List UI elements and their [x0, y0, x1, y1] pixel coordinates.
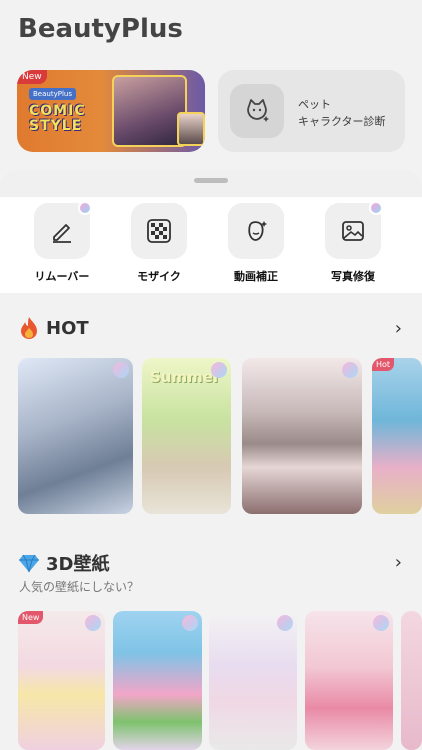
- template-mark-icon: [85, 615, 101, 631]
- tool-label: 動画補正: [234, 270, 278, 283]
- wallpaper-subtitle: 人気の壁紙にしない？: [19, 580, 140, 594]
- app-title: BeautyPlus: [18, 14, 183, 44]
- hot-thumb-3[interactable]: [242, 358, 362, 514]
- wallpaper-thumb-2[interactable]: [113, 611, 202, 750]
- pet-character-card[interactable]: ペット キャラクター診断: [218, 70, 405, 152]
- cat-sparkle-icon: [230, 84, 284, 138]
- bottom-sheet: [0, 170, 422, 198]
- hot-thumb-4[interactable]: Hot: [372, 358, 422, 514]
- new-tag: New: [18, 611, 44, 624]
- hot-tag: Hot: [372, 358, 395, 371]
- wallpaper-see-more-chevron-icon[interactable]: ›: [395, 552, 402, 573]
- comic-style-banner[interactable]: New BeautyPlus COMIC STYLE: [17, 70, 205, 152]
- mosaic-grid-icon: [147, 219, 171, 243]
- new-feature-badge: [369, 201, 383, 215]
- template-mark-icon: [277, 615, 293, 631]
- hot-thumb-2[interactable]: Summer: [142, 358, 231, 514]
- template-mark-icon: [342, 362, 358, 378]
- banner-portrait: [112, 75, 187, 147]
- template-mark-icon: [373, 615, 389, 631]
- tool-photo-restore[interactable]: 写真修復: [313, 201, 393, 284]
- tool-video-retouch[interactable]: 動画補正: [216, 203, 296, 284]
- tools-row: リムーバー モザイク 動画補正 写真修復: [0, 197, 422, 293]
- template-mark-icon: [113, 362, 129, 378]
- new-feature-badge: [78, 201, 92, 215]
- wallpaper-thumb-5[interactable]: [401, 611, 422, 750]
- wallpaper-thumb-1[interactable]: New: [18, 611, 105, 750]
- template-mark-icon: [182, 615, 198, 631]
- tool-label: モザイク: [137, 270, 181, 283]
- face-sparkle-icon: [248, 221, 267, 241]
- banner-portrait-small: [177, 112, 205, 146]
- thumb-caption: Summer: [150, 368, 221, 386]
- wallpaper-thumb-3[interactable]: [209, 611, 297, 750]
- tool-label: 写真修復: [331, 270, 375, 283]
- fire-icon: [21, 317, 37, 339]
- pet-card-label: ペット キャラクター診断: [298, 98, 386, 128]
- tool-label: リムーバー: [34, 270, 90, 283]
- sheet-drag-handle[interactable]: [194, 178, 228, 183]
- tool-remover[interactable]: リムーバー: [22, 201, 102, 284]
- banner-headline: COMIC STYLE: [29, 103, 86, 134]
- image-restore-icon: [342, 221, 364, 241]
- new-tag: New: [17, 70, 47, 84]
- banner-brand: BeautyPlus: [29, 88, 76, 100]
- hot-thumb-1[interactable]: [18, 358, 133, 514]
- hot-see-more-chevron-icon[interactable]: ›: [395, 318, 402, 339]
- diamond-icon: [19, 554, 39, 573]
- eraser-pen-icon: [53, 224, 71, 243]
- wallpaper-section-title: 3D壁紙: [18, 550, 109, 576]
- tool-mosaic[interactable]: モザイク: [119, 203, 199, 284]
- wallpaper-thumb-4[interactable]: [305, 611, 393, 750]
- hot-section-title: HOT: [18, 316, 89, 340]
- template-mark-icon: [211, 362, 227, 378]
